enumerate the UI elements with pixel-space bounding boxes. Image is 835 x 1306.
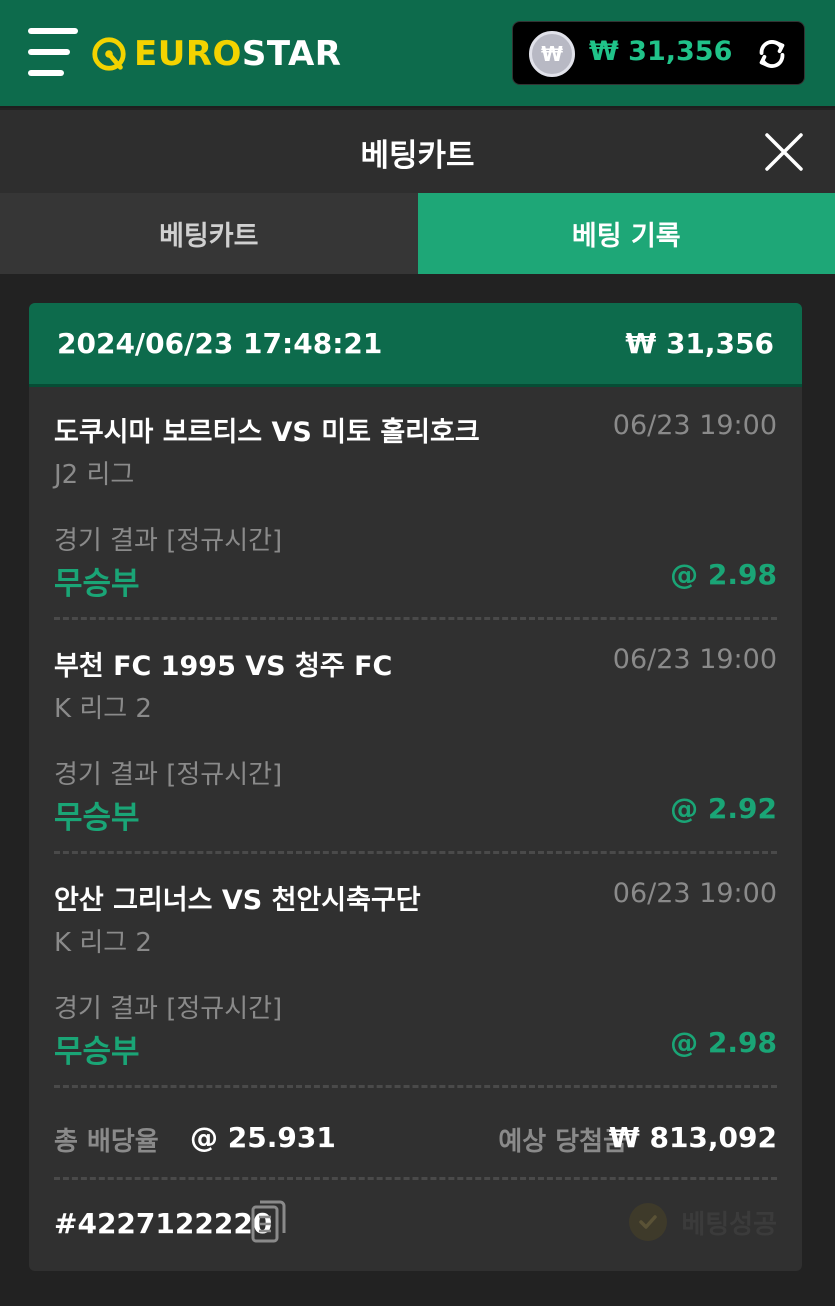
bet-market: 경기 결과 [정규시간] <box>54 526 283 556</box>
logo[interactable]: EUROSTAR <box>90 34 341 74</box>
bet-item: 안산 그리너스 VS 천안시축구단 06/23 19:00 K 리그 2 경기 … <box>54 858 777 1092</box>
bet-status-text: 베팅성공 <box>681 1209 777 1240</box>
check-icon <box>629 1203 668 1241</box>
won-coin-icon: ₩ <box>529 31 575 77</box>
refresh-icon[interactable] <box>753 35 791 73</box>
expected-win-value: ₩ 813,092 <box>608 1121 777 1154</box>
total-odds-label: 총 배당율 <box>54 1127 159 1157</box>
bet-teams: 도쿠시마 보르티스 VS 미토 홀리호크 <box>54 417 480 448</box>
tab-betting-history[interactable]: 베팅 기록 <box>417 193 835 274</box>
tab-bar: 베팅카트 베팅 기록 <box>0 193 835 274</box>
bet-market: 경기 결과 [정규시간] <box>54 760 283 790</box>
bet-pick: 무승부 <box>54 566 140 602</box>
bet-teams: 부천 FC 1995 VS 청주 FC <box>54 651 393 682</box>
bet-item: 부천 FC 1995 VS 청주 FC 06/23 19:00 K 리그 2 경… <box>54 624 777 858</box>
expected-win-label: 예상 당첨금 <box>498 1127 627 1157</box>
bet-time: 06/23 19:00 <box>612 644 777 675</box>
divider <box>54 1177 777 1180</box>
bet-time: 06/23 19:00 <box>612 878 777 909</box>
balance-box: ₩ ₩ 31,356 <box>512 21 805 85</box>
ticket-summary: 총 배당율 @ 25.931 예상 당첨금 ₩ 813,092 <box>54 1111 777 1161</box>
ticket-footer: #4227122220 베팅성공 <box>54 1199 777 1249</box>
divider <box>54 851 777 854</box>
bet-teams: 안산 그리너스 VS 천안시축구단 <box>54 885 421 916</box>
close-icon[interactable] <box>764 132 804 172</box>
divider <box>54 1085 777 1088</box>
ticket-stake: ₩ 31,356 <box>625 327 774 360</box>
logo-icon <box>92 37 126 71</box>
bet-odds: @ 2.92 <box>670 792 777 825</box>
ticket-datetime: 2024/06/23 17:48:21 <box>57 327 383 360</box>
divider <box>54 617 777 620</box>
bet-league: J2 리그 <box>54 460 135 490</box>
bet-league: K 리그 2 <box>54 928 152 958</box>
bet-item: 도쿠시마 보르티스 VS 미토 홀리호크 06/23 19:00 J2 리그 경… <box>54 390 777 624</box>
logo-text: EUROSTAR <box>134 34 342 74</box>
bet-ticket-card: 2024/06/23 17:48:21 ₩ 31,356 도쿠시마 보르티스 V… <box>29 303 802 1271</box>
balance-amount: ₩ 31,356 <box>589 36 733 67</box>
bet-pick: 무승부 <box>54 800 140 836</box>
bet-league: K 리그 2 <box>54 694 152 724</box>
bet-odds: @ 2.98 <box>670 1026 777 1059</box>
ticket-id: #4227122220 <box>54 1207 273 1240</box>
menu-icon[interactable] <box>28 28 80 78</box>
bet-time: 06/23 19:00 <box>612 410 777 441</box>
bet-status: 베팅성공 <box>629 1203 777 1241</box>
cart-title: 베팅카트 <box>360 138 475 174</box>
tab-betting-cart[interactable]: 베팅카트 <box>0 193 418 274</box>
bet-market: 경기 결과 [정규시간] <box>54 994 283 1024</box>
ticket-header: 2024/06/23 17:48:21 ₩ 31,356 <box>29 303 802 387</box>
copy-icon[interactable] <box>250 1199 288 1245</box>
top-bar: EUROSTAR ₩ ₩ 31,356 <box>0 0 835 108</box>
cart-header: 베팅카트 <box>0 110 835 193</box>
bet-odds: @ 2.98 <box>670 558 777 591</box>
total-odds-value: @ 25.931 <box>190 1121 336 1154</box>
bet-pick: 무승부 <box>54 1034 140 1070</box>
